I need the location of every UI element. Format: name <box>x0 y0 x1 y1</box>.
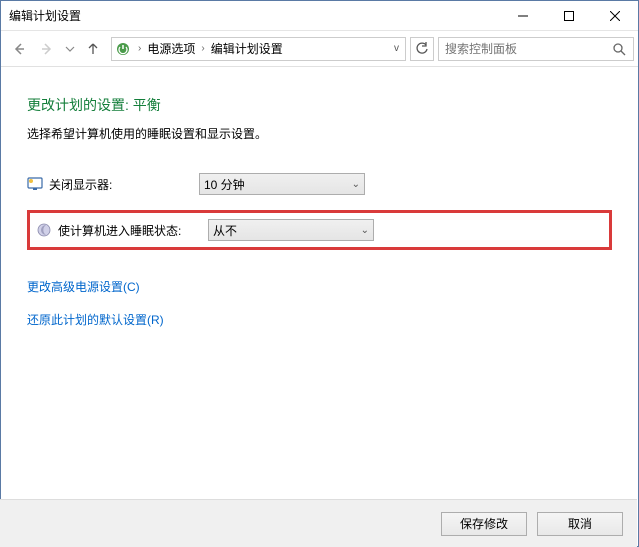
breadcrumb-item-edit-plan[interactable]: 编辑计划设置 <box>209 40 285 57</box>
chevron-down-icon: ⌄ <box>352 179 360 190</box>
display-off-label: 关闭显示器: <box>49 176 199 193</box>
sleep-row-highlighted: 使计算机进入睡眠状态: 从不 ⌄ <box>27 210 612 250</box>
close-icon <box>610 11 620 21</box>
window-controls <box>500 1 638 31</box>
chevron-down-icon: ⌄ <box>361 225 369 236</box>
minimize-icon <box>518 11 528 21</box>
maximize-icon <box>564 11 574 21</box>
back-button[interactable] <box>5 35 33 63</box>
up-button[interactable] <box>79 35 107 63</box>
footer: 保存修改 取消 <box>0 499 637 547</box>
forward-arrow-icon <box>38 40 56 58</box>
sleep-select[interactable]: 从不 ⌄ <box>208 219 374 241</box>
titlebar: 编辑计划设置 <box>1 1 638 31</box>
search-box[interactable] <box>438 37 634 61</box>
history-dropdown-button[interactable] <box>61 35 79 63</box>
sleep-value: 从不 <box>213 222 237 239</box>
breadcrumb-item-power[interactable]: 电源选项 <box>145 40 197 57</box>
monitor-icon <box>27 176 43 192</box>
breadcrumb-chevron-icon: › <box>197 43 208 54</box>
search-input[interactable] <box>445 42 612 56</box>
page-description: 选择希望计算机使用的睡眠设置和显示设置。 <box>27 125 612 142</box>
breadcrumb-chevron-icon: › <box>134 43 145 54</box>
window-title: 编辑计划设置 <box>1 7 81 24</box>
minimize-button[interactable] <box>500 1 546 31</box>
content-area: 更改计划的设置: 平衡 选择希望计算机使用的睡眠设置和显示设置。 关闭显示器: … <box>1 67 638 328</box>
advanced-settings-link[interactable]: 更改高级电源设置(C) <box>27 278 612 295</box>
search-icon[interactable] <box>612 42 627 56</box>
power-options-icon <box>112 41 134 57</box>
chevron-down-icon <box>65 44 75 54</box>
refresh-button[interactable] <box>410 37 434 61</box>
refresh-icon <box>415 42 429 56</box>
cancel-button[interactable]: 取消 <box>537 512 623 536</box>
display-off-row: 关闭显示器: 10 分钟 ⌄ <box>27 170 612 198</box>
forward-button[interactable] <box>33 35 61 63</box>
sleep-label: 使计算机进入睡眠状态: <box>58 222 208 239</box>
back-arrow-icon <box>10 40 28 58</box>
maximize-button[interactable] <box>546 1 592 31</box>
up-arrow-icon <box>85 41 101 57</box>
display-off-value: 10 分钟 <box>204 176 245 193</box>
display-off-select[interactable]: 10 分钟 ⌄ <box>199 173 365 195</box>
page-title: 更改计划的设置: 平衡 <box>27 95 612 115</box>
save-button[interactable]: 保存修改 <box>441 512 527 536</box>
navbar: › 电源选项 › 编辑计划设置 v <box>1 31 638 67</box>
restore-defaults-link[interactable]: 还原此计划的默认设置(R) <box>27 311 612 328</box>
breadcrumb[interactable]: › 电源选项 › 编辑计划设置 v <box>111 37 406 61</box>
close-button[interactable] <box>592 1 638 31</box>
breadcrumb-dropdown-icon[interactable]: v <box>388 43 405 54</box>
moon-icon <box>36 222 52 238</box>
